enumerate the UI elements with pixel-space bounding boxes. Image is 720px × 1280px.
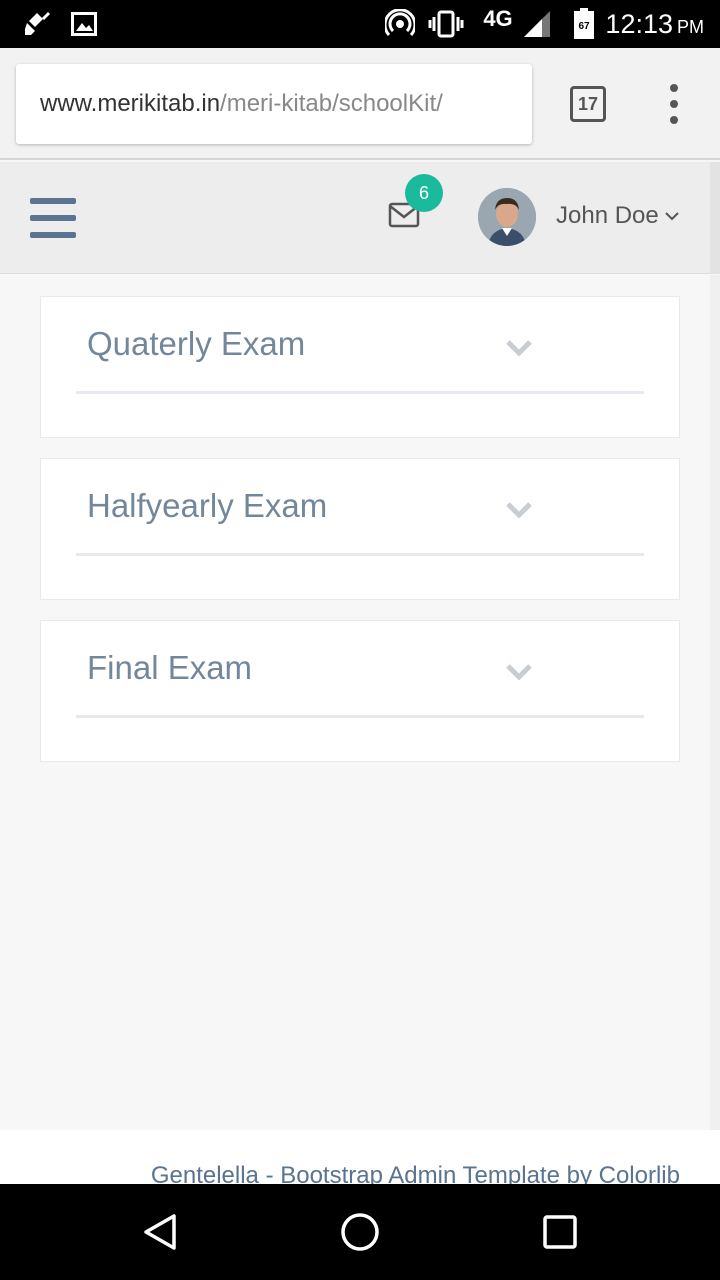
network-type: 4G (483, 6, 513, 31)
svg-text:67: 67 (578, 21, 590, 32)
vibrate-icon (428, 0, 464, 48)
panel-title: Halfyearly Exam (87, 487, 328, 524)
menu-dot-icon (670, 116, 678, 124)
exam-panel[interactable]: Quaterly Exam (40, 296, 680, 438)
divider (76, 391, 644, 394)
hotspot-icon (384, 0, 416, 48)
clock-time: 12:13 (605, 8, 673, 39)
status-bar: 4G 67 12:13 PM (0, 0, 720, 48)
panel-title: Quaterly Exam (87, 325, 306, 362)
scrollbar (710, 275, 720, 1130)
footer: Gentelella - Bootstrap Admin Template by… (0, 1130, 720, 1184)
exam-panel[interactable]: Final Exam (40, 620, 680, 762)
system-nav-bar (0, 1184, 720, 1280)
back-icon[interactable] (140, 1212, 180, 1252)
footer-credit[interactable]: Gentelella - Bootstrap Admin Template by… (151, 1162, 680, 1184)
panel-title: Final Exam (87, 649, 253, 686)
menu-dot-icon (670, 100, 678, 108)
home-icon[interactable] (340, 1212, 380, 1252)
avatar[interactable] (478, 188, 536, 246)
url-bar[interactable]: www.merikitab.in/meri-kitab/schoolKit/ (16, 64, 532, 144)
battery-icon: 67 (570, 0, 598, 48)
exam-panel[interactable]: Halfyearly Exam (40, 458, 680, 600)
divider (76, 553, 644, 556)
clock: 12:13 PM (605, 0, 704, 48)
signal-icon (518, 0, 554, 48)
recents-icon[interactable] (540, 1212, 580, 1252)
url-host: www.merikitab.in (40, 90, 221, 117)
scrollbar (710, 162, 720, 274)
chevron-down-icon (665, 212, 679, 221)
browser-menu-button[interactable] (664, 84, 684, 124)
chevron-down-icon[interactable] (505, 501, 533, 519)
divider (76, 715, 644, 718)
tab-switcher-button[interactable]: 17 (570, 86, 606, 122)
top-nav: 6 John Doe (0, 162, 720, 274)
notification-badge[interactable]: 6 (405, 174, 443, 212)
cleaner-icon (22, 0, 52, 48)
user-name: John Doe (556, 202, 659, 229)
image-icon (70, 0, 98, 48)
hamburger-menu-icon[interactable] (30, 198, 76, 238)
url-path: /meri-kitab/schoolKit/ (220, 90, 443, 117)
browser-toolbar: www.merikitab.in/meri-kitab/schoolKit/ 1… (0, 48, 720, 160)
chevron-down-icon[interactable] (505, 663, 533, 681)
clock-ampm: PM (677, 16, 704, 37)
menu-dot-icon (670, 84, 678, 92)
user-menu[interactable]: John Doe (556, 200, 679, 232)
chevron-down-icon[interactable] (505, 339, 533, 357)
